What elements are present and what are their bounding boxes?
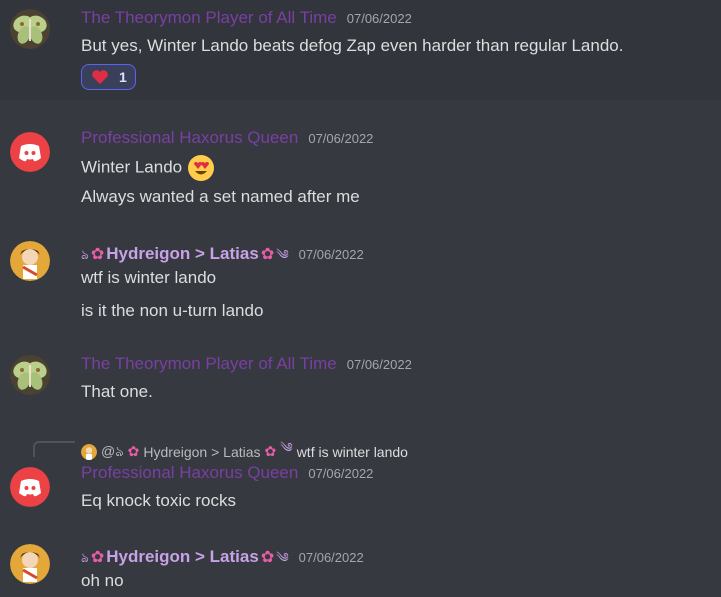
reaction-count: 1: [119, 69, 127, 85]
hibiscus-icon: ✿: [264, 443, 277, 459]
message-header: Professional Haxorus Queen 07/06/2022: [81, 128, 373, 148]
hibiscus-icon: ✿: [90, 246, 105, 263]
message-text: is it the non u-turn lando: [81, 301, 264, 320]
message-header: The Theorymon Player of All Time 07/06/2…: [81, 8, 412, 28]
author-name[interactable]: The Theorymon Player of All Time: [81, 354, 337, 374]
author-suffix: ༄: [276, 247, 289, 262]
message-header: Professional Haxorus Queen 07/06/2022: [81, 463, 373, 483]
author-name[interactable]: Professional Haxorus Queen: [81, 463, 298, 483]
message-text: wtf is winter lando: [81, 268, 217, 287]
timestamp: 07/06/2022: [346, 11, 412, 26]
author-prefix: ঌ: [81, 550, 89, 565]
reply-snippet: wtf is winter lando: [296, 443, 408, 460]
message-text: Eq knock toxic rocks: [81, 491, 236, 510]
message-text-part: Winter Lando: [81, 157, 183, 177]
author-prefix: ঌ: [81, 247, 89, 262]
author-name[interactable]: Hydreigon > Latias: [106, 244, 259, 264]
author-suffix: ༄: [276, 550, 289, 565]
author-name[interactable]: The Theorymon Player of All Time: [81, 8, 337, 28]
hydreigon-user-avatar[interactable]: [10, 544, 50, 584]
timestamp: 07/06/2022: [308, 466, 374, 481]
reply-spine: [33, 441, 75, 457]
hibiscus-icon: ✿: [260, 549, 275, 566]
hibiscus-icon: ✿: [127, 443, 140, 459]
author-name[interactable]: Hydreigon > Latias: [106, 547, 259, 567]
timestamp: 07/06/2022: [346, 357, 412, 372]
hibiscus-icon: ✿: [260, 246, 275, 263]
heart-eyes-emoji-icon: [187, 155, 214, 181]
message-text: That one.: [81, 382, 153, 401]
moth-avatar[interactable]: [10, 9, 50, 49]
discord-default-avatar[interactable]: [10, 467, 50, 507]
hibiscus-icon: ✿: [90, 549, 105, 566]
message-text: Always wanted a set named after me: [81, 187, 360, 206]
timestamp: 07/06/2022: [308, 131, 374, 146]
message-text: Winter Lando: [81, 154, 215, 182]
timestamp: 07/06/2022: [298, 247, 364, 262]
hydreigon-user-avatar[interactable]: [10, 241, 50, 281]
hydreigon-mini-avatar: [81, 443, 97, 460]
message-header: The Theorymon Player of All Time 07/06/2…: [81, 354, 412, 374]
message-text: But yes, Winter Lando beats defog Zap ev…: [81, 36, 624, 55]
moth-avatar[interactable]: [10, 355, 50, 395]
author-name[interactable]: Professional Haxorus Queen: [81, 128, 298, 148]
reaction-button[interactable]: 1: [81, 64, 136, 90]
discord-default-avatar[interactable]: [10, 132, 50, 172]
heart-icon: [92, 70, 108, 84]
message-text: oh no: [81, 571, 124, 590]
timestamp: 07/06/2022: [298, 550, 364, 565]
reply-author-name: Hydreigon > Latias: [143, 443, 261, 460]
reply-author-prefix: @ঌ: [101, 442, 124, 459]
